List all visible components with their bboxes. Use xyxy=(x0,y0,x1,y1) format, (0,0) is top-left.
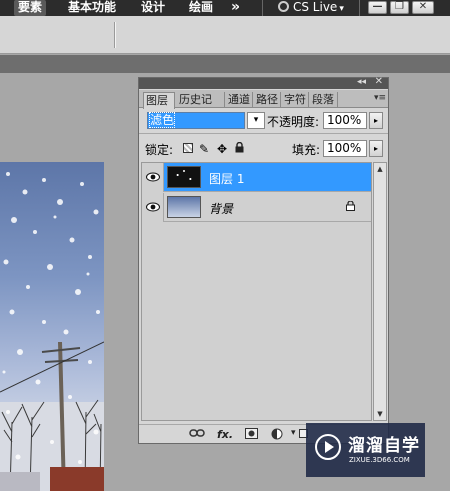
tab-layers[interactable]: 图层 xyxy=(143,92,175,109)
document-canvas[interactable] xyxy=(0,162,104,491)
tab-character[interactable]: 字符 xyxy=(282,92,309,108)
options-bar-grip[interactable] xyxy=(114,22,116,48)
opacity-slider-button[interactable]: ▸ xyxy=(369,112,383,129)
lock-pixels-icon[interactable]: ✎ xyxy=(199,142,209,156)
fill-slider-button[interactable]: ▸ xyxy=(369,140,383,157)
lock-label: 锁定: xyxy=(145,143,174,157)
cslive-button[interactable]: CS Live ▾ xyxy=(278,0,344,16)
menubar-divider xyxy=(262,0,263,16)
more-workspaces-icon[interactable]: » xyxy=(231,0,240,16)
workspace-design-button[interactable]: 设计 xyxy=(141,0,165,16)
workspace-essentials-button[interactable]: 要素 xyxy=(14,0,47,16)
layers-list: 图层 1 背景 xyxy=(141,162,372,421)
menubar-divider xyxy=(359,0,360,16)
close-panel-icon[interactable]: ✕ xyxy=(375,76,383,87)
workspace-basic-button[interactable]: 基本功能 xyxy=(68,0,116,16)
opacity-field[interactable]: 100% xyxy=(323,112,367,129)
cslive-label: CS Live xyxy=(293,0,338,14)
watermark-logo: 溜溜自学 ZIXUE.3D66.COM xyxy=(306,423,425,477)
tab-paragraph[interactable]: 段落 xyxy=(310,92,338,108)
play-icon xyxy=(315,434,341,460)
panel-tab-bar: 图层 历史记 通道 路径 字符 段落 ▾≡ xyxy=(139,90,388,109)
chevron-down-icon[interactable]: ▾ xyxy=(247,112,265,129)
layer-name[interactable]: 图层 1 xyxy=(209,170,244,187)
layer-name[interactable]: 背景 xyxy=(209,200,233,217)
panel-menu-icon[interactable]: ▾≡ xyxy=(374,93,386,103)
link-layers-icon[interactable] xyxy=(189,428,205,441)
layers-scrollbar[interactable]: ▲ ▼ xyxy=(373,162,387,421)
fx-icon[interactable]: fx. xyxy=(217,428,233,441)
close-button[interactable]: ✕ xyxy=(412,1,434,14)
panel-title-bar[interactable]: ◂◂ ✕ xyxy=(139,76,388,89)
layer-thumbnail xyxy=(167,196,201,218)
lock-all-icon[interactable] xyxy=(235,141,244,156)
tab-history[interactable]: 历史记 xyxy=(177,92,225,108)
fill-label: 填充: xyxy=(292,143,321,157)
watermark-url: ZIXUE.3D66.COM xyxy=(349,456,410,464)
lock-position-icon[interactable]: ✥ xyxy=(217,142,227,156)
layer-thumbnail xyxy=(167,166,201,188)
tab-channels[interactable]: 通道 xyxy=(226,92,253,108)
application-menubar: 要素 基本功能 设计 绘画 » CS Live ▾ — ❐ ✕ xyxy=(0,0,450,16)
adjustment-menu-icon[interactable]: ▾ xyxy=(291,428,296,438)
layer-lock-icon xyxy=(346,201,355,211)
adjustment-layer-icon[interactable] xyxy=(271,428,283,443)
visibility-eye-icon[interactable] xyxy=(142,163,164,192)
blend-mode-value: 滤色 xyxy=(148,112,176,128)
divider xyxy=(139,133,388,134)
add-mask-icon[interactable] xyxy=(245,428,258,442)
collapse-panel-icon[interactable]: ◂◂ xyxy=(357,77,366,87)
scroll-down-icon[interactable]: ▼ xyxy=(374,408,386,420)
cslive-icon xyxy=(278,1,289,12)
snow-scene-image xyxy=(0,172,104,491)
opacity-label: 不透明度: xyxy=(267,115,320,129)
layers-panel: ◂◂ ✕ 图层 历史记 通道 路径 字符 段落 ▾≡ 滤色 ▾ 不透明度: 10… xyxy=(138,76,389,444)
options-bar xyxy=(0,16,450,54)
document-tab-strip xyxy=(0,55,450,73)
workspace-painting-button[interactable]: 绘画 xyxy=(189,0,213,16)
minimize-button[interactable]: — xyxy=(368,1,387,14)
visibility-eye-icon[interactable] xyxy=(142,193,164,222)
layer-row[interactable]: 图层 1 xyxy=(142,163,371,192)
scroll-up-icon[interactable]: ▲ xyxy=(374,163,386,175)
restore-button[interactable]: ❐ xyxy=(390,1,409,14)
chevron-down-icon: ▾ xyxy=(339,4,344,14)
layer-row[interactable]: 背景 xyxy=(142,193,371,222)
blend-mode-select[interactable]: 滤色 xyxy=(147,112,245,129)
fill-field[interactable]: 100% xyxy=(323,140,367,157)
watermark-title: 溜溜自学 xyxy=(348,436,420,456)
tab-paths[interactable]: 路径 xyxy=(254,92,281,108)
